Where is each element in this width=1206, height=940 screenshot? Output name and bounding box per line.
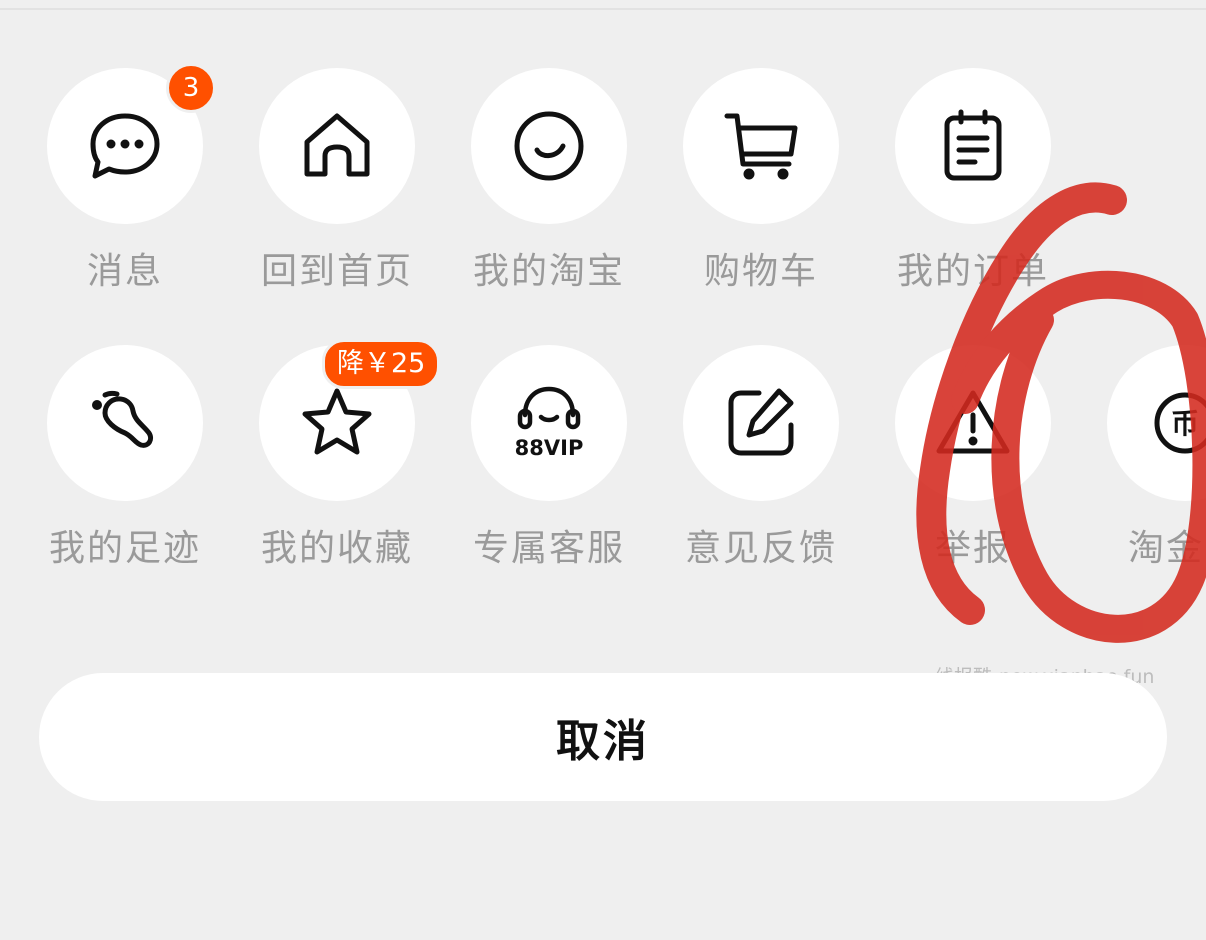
edit-note-icon (728, 388, 794, 456)
menu-item-messages[interactable]: 3 消息 (0, 63, 216, 308)
shopping-cart-icon (724, 113, 798, 180)
taojinbi-icon-circle[interactable]: 币 (1107, 345, 1206, 501)
menu-item-cart[interactable]: 购物车 (636, 68, 848, 308)
menu-item-feedback[interactable]: 意见反馈 (636, 345, 848, 585)
menu-item-home[interactable]: 回到首页 (212, 68, 424, 308)
feedback-icon-circle[interactable] (683, 345, 839, 501)
menu-item-customer-service[interactable]: 88VIP 专属客服 (424, 345, 636, 585)
cart-icon-circle[interactable] (683, 68, 839, 224)
star-icon (302, 388, 372, 455)
headset-88vip-icon: 88VIP (515, 386, 584, 460)
coin-icon: 币 (1154, 392, 1206, 454)
home-icon-circle[interactable] (259, 68, 415, 224)
menu-item-my-taobao[interactable]: 我的淘宝 (424, 68, 636, 308)
price-drop-badge: 降￥25 (322, 339, 441, 389)
footprint-icon (92, 390, 154, 448)
coin-text: 币 (1171, 407, 1199, 440)
menu-item-footprint[interactable]: 我的足迹 (0, 345, 212, 585)
cancel-button[interactable]: 取消 (39, 673, 1167, 801)
clipboard-icon (944, 109, 1002, 181)
customer-service-icon-circle[interactable]: 88VIP (471, 345, 627, 501)
chat-bubble-icon (90, 113, 160, 179)
orders-icon-circle[interactable] (895, 68, 1051, 224)
menu-item-report[interactable]: 举报 (848, 345, 1060, 585)
footprint-icon-circle[interactable] (47, 345, 203, 501)
menu-item-label: 淘金币 (1127, 528, 1206, 569)
home-icon (304, 113, 370, 177)
menu-item-taojinbi[interactable]: 币 淘金币 (1060, 345, 1206, 585)
smile-face-icon (514, 111, 584, 181)
unread-count-badge: 3 (166, 63, 216, 113)
warning-triangle-icon (936, 390, 1010, 454)
report-icon-circle[interactable] (895, 345, 1051, 501)
88vip-text: 88VIP (515, 436, 584, 460)
my-taobao-icon-circle[interactable] (471, 68, 627, 224)
top-divider (0, 8, 1206, 10)
menu-item-orders[interactable]: 我的订单 (848, 68, 1060, 308)
menu-item-label: 我的订单 (896, 251, 1049, 292)
